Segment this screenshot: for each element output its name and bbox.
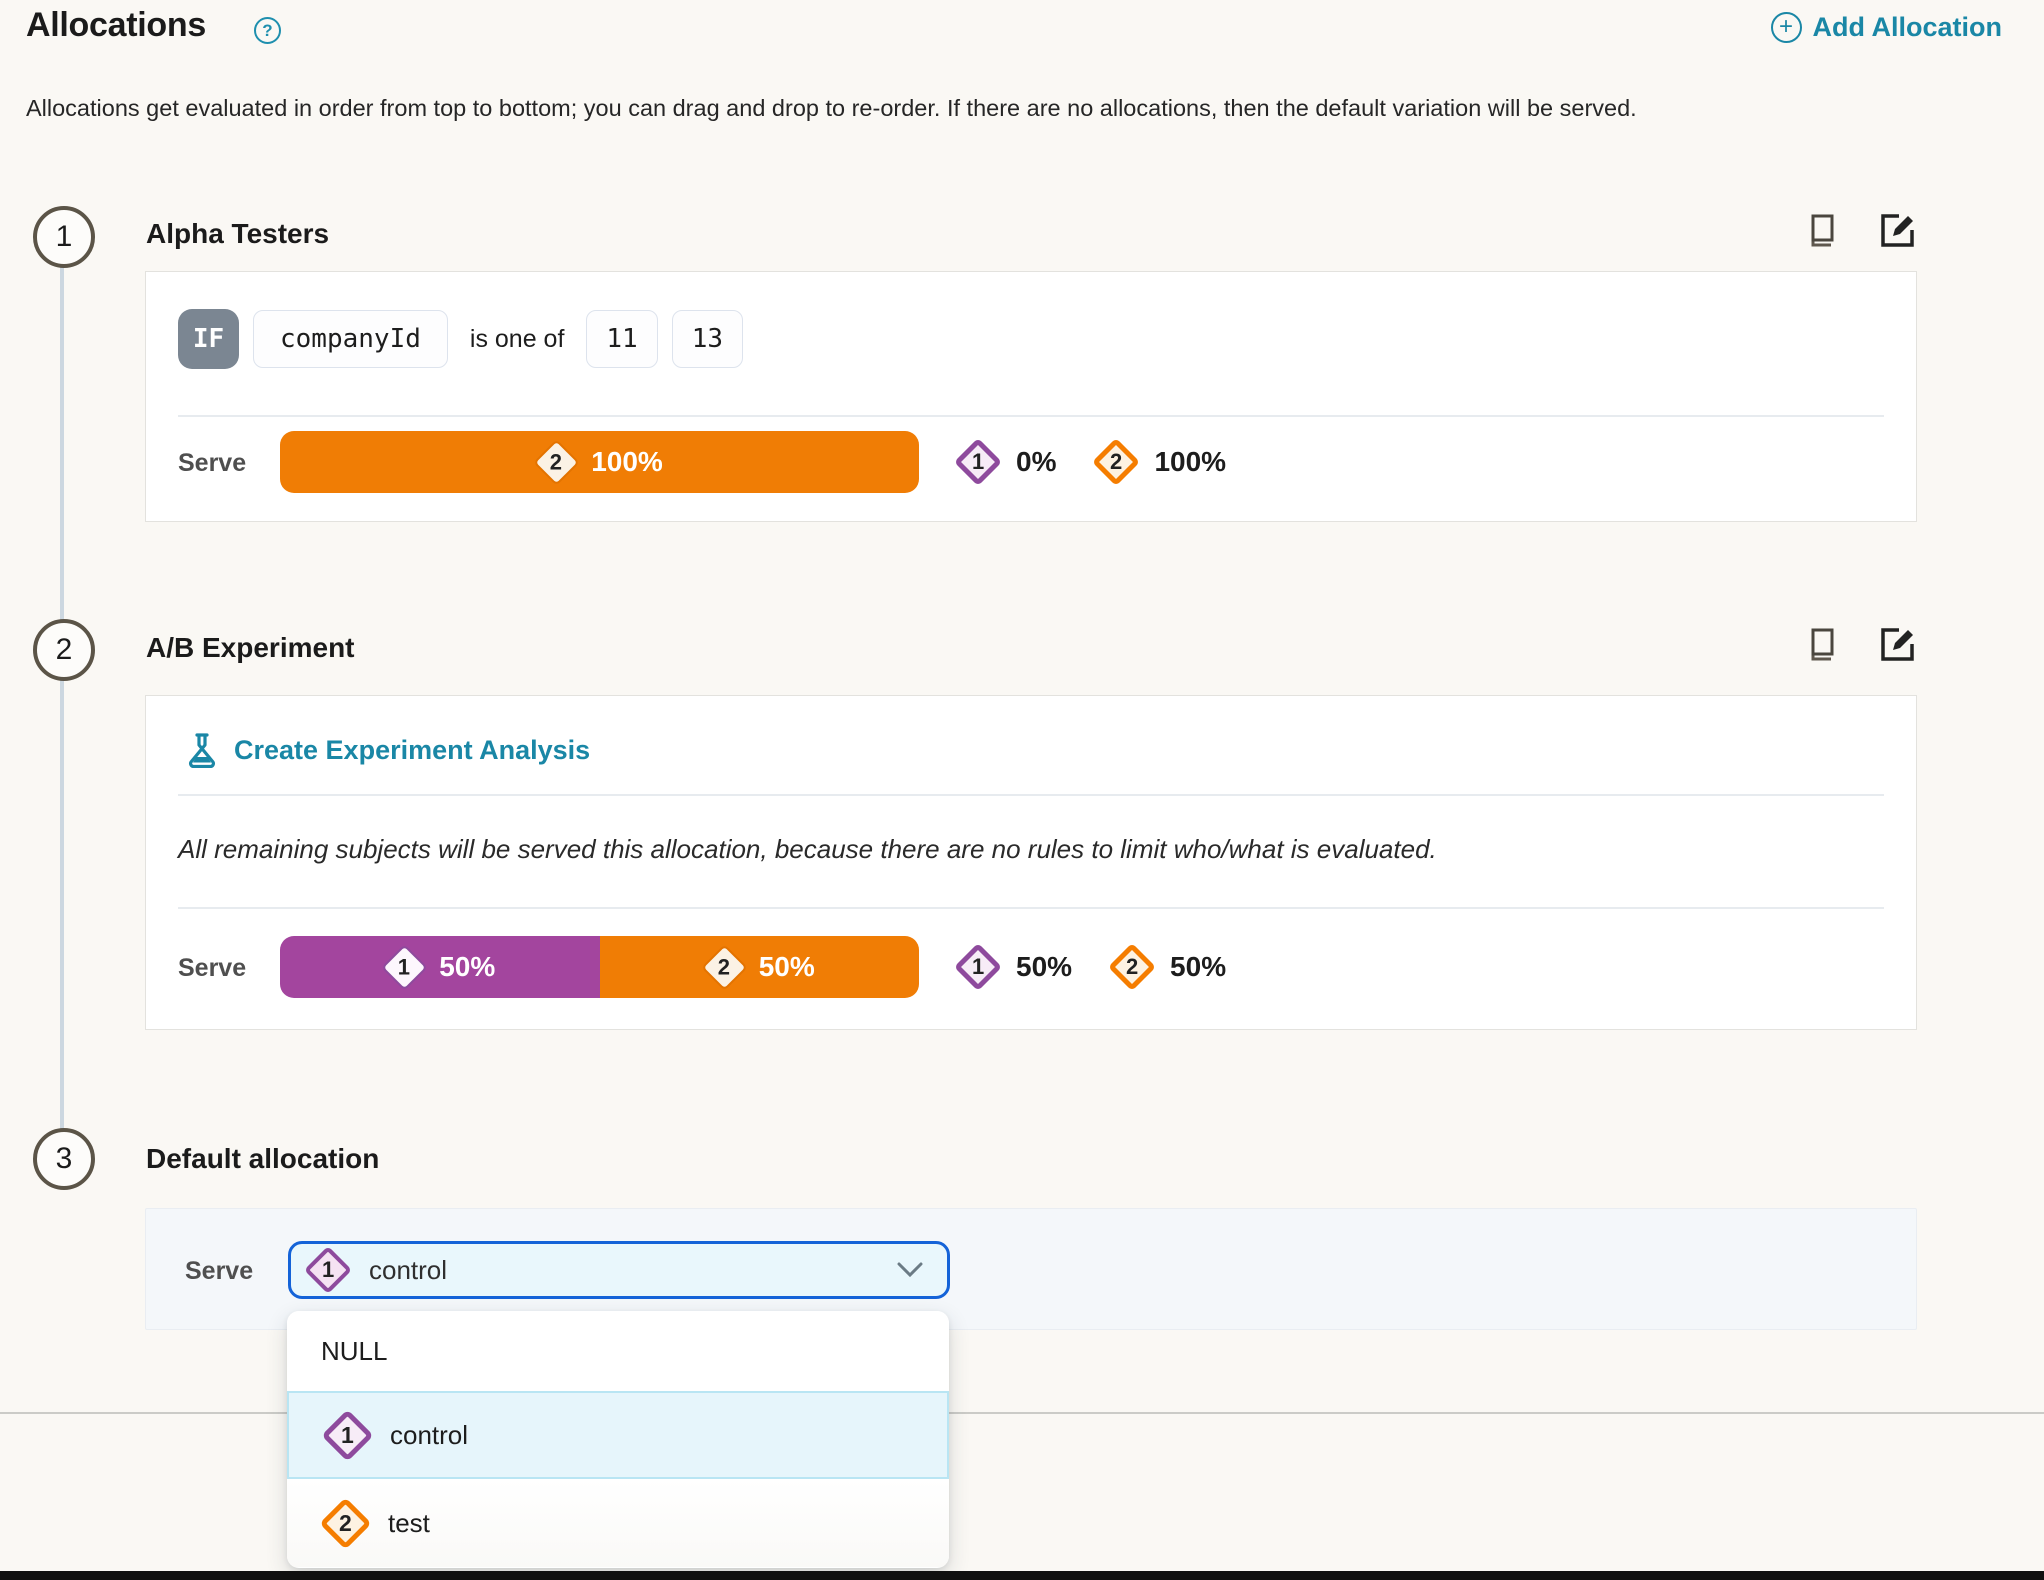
edit-icon[interactable] (1879, 626, 1917, 664)
page-description: Allocations get evaluated in order from … (26, 95, 1637, 121)
add-allocation-button[interactable]: + Add Allocation (1770, 12, 2003, 43)
dropdown-option-control[interactable]: 1 control (287, 1391, 949, 1479)
bar-percent: 100% (591, 446, 663, 477)
duplicate-icon[interactable] (1801, 626, 1839, 664)
serve-label: Serve (185, 1257, 254, 1285)
variation-2-diamond-icon: 2 (1092, 437, 1141, 487)
allocation-2-card: Create Experiment Analysis All remaining… (145, 695, 1917, 1030)
analysis-link-label: Create Experiment Analysis (234, 734, 591, 765)
rule-value-chip: 13 (671, 310, 744, 368)
duplicate-icon[interactable] (1801, 212, 1839, 250)
option-label: NULL (321, 1335, 388, 1366)
card-divider (178, 907, 1884, 909)
legend-item-variation-1: 1 50% (953, 942, 1073, 992)
step-circle-3: 3 (33, 1128, 95, 1190)
legend-percent: 100% (1154, 446, 1227, 477)
variation-1-diamond-icon: 1 (303, 1245, 353, 1295)
card-divider (178, 415, 1884, 417)
bar-segment-variation-2: 2 100% (280, 431, 919, 493)
create-experiment-analysis-link[interactable]: Create Experiment Analysis (188, 732, 590, 768)
legend-percent: 50% (1016, 951, 1073, 982)
serve-label: Serve (178, 449, 247, 477)
variation-2-diamond-icon: 2 (1108, 942, 1157, 992)
legend-item-variation-2: 2 100% (1092, 437, 1227, 487)
allocation-1-legend: 1 0% 2 100% (953, 431, 1227, 493)
step-connector-line (60, 240, 64, 1160)
allocation-2-legend: 1 50% 2 50% (953, 936, 1227, 998)
legend-item-variation-2: 2 50% (1108, 942, 1227, 992)
variation-1-diamond-icon: 1 (321, 1408, 374, 1462)
dropdown-option-test[interactable]: 2 test (287, 1479, 949, 1567)
variation-1-diamond-icon: 1 (953, 942, 1003, 992)
variation-1-diamond-icon: 1 (953, 437, 1003, 487)
allocation-1-split-bar: 2 100% (280, 431, 919, 493)
legend-item-variation-1: 1 0% (953, 437, 1057, 487)
variation-2-diamond-icon: 2 (700, 943, 748, 991)
default-allocation-title: Default allocation (146, 1143, 380, 1174)
if-badge: IF (178, 309, 239, 369)
legend-percent: 50% (1170, 951, 1227, 982)
flask-icon (188, 732, 216, 768)
option-label: test (388, 1507, 430, 1538)
no-rules-note: All remaining subjects will be served th… (178, 834, 1437, 864)
variation-1-diamond-icon: 1 (381, 943, 429, 991)
step-circle-1: 1 (33, 206, 95, 268)
allocation-1-card: IF companyId is one of 11 13 Serve 2 100… (145, 271, 1917, 522)
add-allocation-label: Add Allocation (1812, 12, 2003, 42)
bar-segment-variation-2: 2 50% (599, 936, 919, 998)
allocation-2-actions (1801, 626, 1917, 664)
variation-2-diamond-icon: 2 (533, 438, 581, 486)
allocation-1-title: Alpha Testers (146, 218, 330, 249)
selected-variation-label: control (369, 1254, 448, 1285)
bar-percent: 50% (439, 951, 496, 982)
allocation-2-title: A/B Experiment (146, 632, 355, 663)
bar-segment-variation-1: 1 50% (280, 936, 600, 998)
variation-2-diamond-icon: 2 (319, 1496, 372, 1550)
legend-percent: 0% (1016, 446, 1057, 477)
variation-dropdown-menu: NULL 1 control 2 test (287, 1311, 949, 1568)
rule-operator: is one of (469, 324, 565, 353)
targeting-rule: IF companyId is one of 11 13 (178, 309, 744, 369)
default-variation-select[interactable]: 1 control (288, 1241, 950, 1299)
allocation-1-actions (1801, 212, 1917, 250)
edit-icon[interactable] (1879, 212, 1917, 250)
serve-label: Serve (178, 954, 247, 982)
bar-percent: 50% (758, 951, 815, 982)
step-circle-2: 2 (33, 619, 95, 681)
allocation-2-split-bar: 1 50% 2 50% (280, 936, 919, 998)
option-label: control (390, 1419, 469, 1450)
rule-value-chip: 11 (586, 310, 658, 368)
help-icon[interactable]: ? (254, 17, 281, 44)
page-title: Allocations (26, 6, 206, 44)
card-divider (178, 794, 1884, 796)
chevron-down-icon (895, 1255, 925, 1285)
window-bottom-edge (0, 1571, 2044, 1580)
rule-attribute-chip: companyId (253, 310, 448, 368)
plus-circle-icon: + (1770, 12, 1802, 43)
dropdown-option-null[interactable]: NULL (287, 1311, 949, 1391)
